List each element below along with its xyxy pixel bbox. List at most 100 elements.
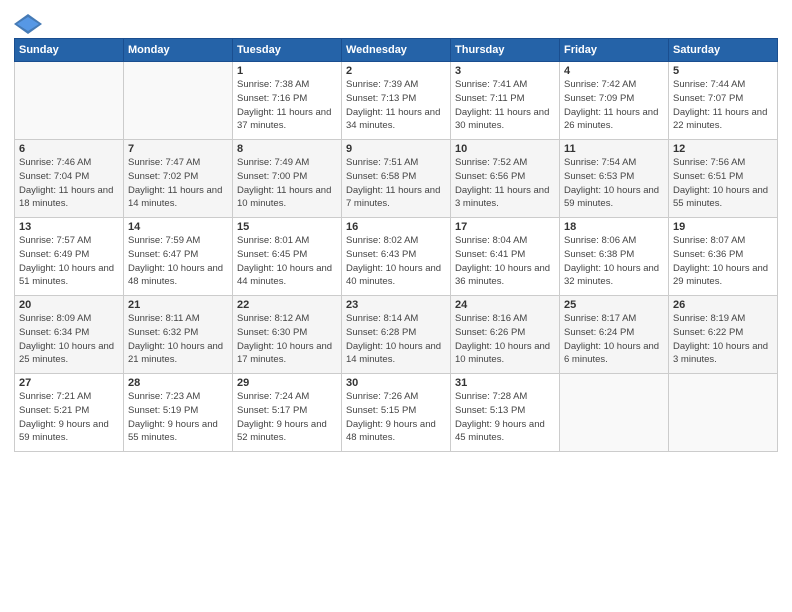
day-number: 11 xyxy=(564,143,664,155)
day-info: Sunrise: 8:09 AM Sunset: 6:34 PM Dayligh… xyxy=(19,312,119,367)
day-number: 21 xyxy=(128,299,228,311)
day-number: 25 xyxy=(564,299,664,311)
day-number: 4 xyxy=(564,65,664,77)
day-info: Sunrise: 8:04 AM Sunset: 6:41 PM Dayligh… xyxy=(455,234,555,289)
calendar-table: SundayMondayTuesdayWednesdayThursdayFrid… xyxy=(14,38,778,452)
calendar-cell: 12Sunrise: 7:56 AM Sunset: 6:51 PM Dayli… xyxy=(669,140,778,218)
calendar-cell: 23Sunrise: 8:14 AM Sunset: 6:28 PM Dayli… xyxy=(342,296,451,374)
day-number: 30 xyxy=(346,377,446,389)
day-info: Sunrise: 7:57 AM Sunset: 6:49 PM Dayligh… xyxy=(19,234,119,289)
calendar-cell: 22Sunrise: 8:12 AM Sunset: 6:30 PM Dayli… xyxy=(233,296,342,374)
calendar-cell: 27Sunrise: 7:21 AM Sunset: 5:21 PM Dayli… xyxy=(15,374,124,452)
calendar-cell: 15Sunrise: 8:01 AM Sunset: 6:45 PM Dayli… xyxy=(233,218,342,296)
calendar-cell: 10Sunrise: 7:52 AM Sunset: 6:56 PM Dayli… xyxy=(451,140,560,218)
day-number: 12 xyxy=(673,143,773,155)
calendar-week-3: 20Sunrise: 8:09 AM Sunset: 6:34 PM Dayli… xyxy=(15,296,778,374)
page-container: SundayMondayTuesdayWednesdayThursdayFrid… xyxy=(0,0,792,458)
day-number: 23 xyxy=(346,299,446,311)
calendar-cell: 13Sunrise: 7:57 AM Sunset: 6:49 PM Dayli… xyxy=(15,218,124,296)
header xyxy=(14,10,778,34)
calendar-cell: 8Sunrise: 7:49 AM Sunset: 7:00 PM Daylig… xyxy=(233,140,342,218)
day-info: Sunrise: 7:26 AM Sunset: 5:15 PM Dayligh… xyxy=(346,390,446,445)
calendar-body: 1Sunrise: 7:38 AM Sunset: 7:16 PM Daylig… xyxy=(15,62,778,452)
weekday-header-monday: Monday xyxy=(124,39,233,62)
day-number: 18 xyxy=(564,221,664,233)
weekday-header-tuesday: Tuesday xyxy=(233,39,342,62)
logo xyxy=(14,14,44,34)
weekday-header-friday: Friday xyxy=(560,39,669,62)
day-info: Sunrise: 8:01 AM Sunset: 6:45 PM Dayligh… xyxy=(237,234,337,289)
calendar-cell xyxy=(669,374,778,452)
calendar-cell: 16Sunrise: 8:02 AM Sunset: 6:43 PM Dayli… xyxy=(342,218,451,296)
day-number: 2 xyxy=(346,65,446,77)
calendar-cell: 25Sunrise: 8:17 AM Sunset: 6:24 PM Dayli… xyxy=(560,296,669,374)
calendar-cell: 14Sunrise: 7:59 AM Sunset: 6:47 PM Dayli… xyxy=(124,218,233,296)
day-info: Sunrise: 7:38 AM Sunset: 7:16 PM Dayligh… xyxy=(237,78,337,133)
day-info: Sunrise: 7:21 AM Sunset: 5:21 PM Dayligh… xyxy=(19,390,119,445)
calendar-cell: 7Sunrise: 7:47 AM Sunset: 7:02 PM Daylig… xyxy=(124,140,233,218)
day-number: 16 xyxy=(346,221,446,233)
day-info: Sunrise: 7:56 AM Sunset: 6:51 PM Dayligh… xyxy=(673,156,773,211)
day-number: 3 xyxy=(455,65,555,77)
weekday-header-wednesday: Wednesday xyxy=(342,39,451,62)
calendar-cell: 24Sunrise: 8:16 AM Sunset: 6:26 PM Dayli… xyxy=(451,296,560,374)
day-info: Sunrise: 8:07 AM Sunset: 6:36 PM Dayligh… xyxy=(673,234,773,289)
day-info: Sunrise: 7:47 AM Sunset: 7:02 PM Dayligh… xyxy=(128,156,228,211)
day-number: 28 xyxy=(128,377,228,389)
day-info: Sunrise: 7:41 AM Sunset: 7:11 PM Dayligh… xyxy=(455,78,555,133)
day-info: Sunrise: 7:39 AM Sunset: 7:13 PM Dayligh… xyxy=(346,78,446,133)
calendar-week-4: 27Sunrise: 7:21 AM Sunset: 5:21 PM Dayli… xyxy=(15,374,778,452)
calendar-cell: 17Sunrise: 8:04 AM Sunset: 6:41 PM Dayli… xyxy=(451,218,560,296)
calendar-cell: 5Sunrise: 7:44 AM Sunset: 7:07 PM Daylig… xyxy=(669,62,778,140)
weekday-header-thursday: Thursday xyxy=(451,39,560,62)
day-number: 24 xyxy=(455,299,555,311)
day-number: 9 xyxy=(346,143,446,155)
day-info: Sunrise: 8:06 AM Sunset: 6:38 PM Dayligh… xyxy=(564,234,664,289)
calendar-header: SundayMondayTuesdayWednesdayThursdayFrid… xyxy=(15,39,778,62)
day-info: Sunrise: 7:23 AM Sunset: 5:19 PM Dayligh… xyxy=(128,390,228,445)
day-number: 26 xyxy=(673,299,773,311)
calendar-cell: 29Sunrise: 7:24 AM Sunset: 5:17 PM Dayli… xyxy=(233,374,342,452)
calendar-cell xyxy=(124,62,233,140)
day-number: 13 xyxy=(19,221,119,233)
logo-icon xyxy=(14,14,42,34)
calendar-cell: 18Sunrise: 8:06 AM Sunset: 6:38 PM Dayli… xyxy=(560,218,669,296)
weekday-header-saturday: Saturday xyxy=(669,39,778,62)
day-number: 5 xyxy=(673,65,773,77)
day-number: 20 xyxy=(19,299,119,311)
day-number: 27 xyxy=(19,377,119,389)
calendar-cell: 21Sunrise: 8:11 AM Sunset: 6:32 PM Dayli… xyxy=(124,296,233,374)
day-info: Sunrise: 7:46 AM Sunset: 7:04 PM Dayligh… xyxy=(19,156,119,211)
calendar-cell: 26Sunrise: 8:19 AM Sunset: 6:22 PM Dayli… xyxy=(669,296,778,374)
day-info: Sunrise: 8:02 AM Sunset: 6:43 PM Dayligh… xyxy=(346,234,446,289)
day-info: Sunrise: 8:19 AM Sunset: 6:22 PM Dayligh… xyxy=(673,312,773,367)
day-number: 1 xyxy=(237,65,337,77)
day-number: 6 xyxy=(19,143,119,155)
day-info: Sunrise: 7:52 AM Sunset: 6:56 PM Dayligh… xyxy=(455,156,555,211)
calendar-cell: 11Sunrise: 7:54 AM Sunset: 6:53 PM Dayli… xyxy=(560,140,669,218)
calendar-cell xyxy=(560,374,669,452)
day-info: Sunrise: 8:14 AM Sunset: 6:28 PM Dayligh… xyxy=(346,312,446,367)
calendar-cell: 19Sunrise: 8:07 AM Sunset: 6:36 PM Dayli… xyxy=(669,218,778,296)
day-number: 19 xyxy=(673,221,773,233)
calendar-cell: 1Sunrise: 7:38 AM Sunset: 7:16 PM Daylig… xyxy=(233,62,342,140)
day-info: Sunrise: 7:51 AM Sunset: 6:58 PM Dayligh… xyxy=(346,156,446,211)
day-info: Sunrise: 8:16 AM Sunset: 6:26 PM Dayligh… xyxy=(455,312,555,367)
calendar-cell: 3Sunrise: 7:41 AM Sunset: 7:11 PM Daylig… xyxy=(451,62,560,140)
calendar-week-1: 6Sunrise: 7:46 AM Sunset: 7:04 PM Daylig… xyxy=(15,140,778,218)
day-info: Sunrise: 7:28 AM Sunset: 5:13 PM Dayligh… xyxy=(455,390,555,445)
calendar-cell: 9Sunrise: 7:51 AM Sunset: 6:58 PM Daylig… xyxy=(342,140,451,218)
day-number: 31 xyxy=(455,377,555,389)
day-info: Sunrise: 7:54 AM Sunset: 6:53 PM Dayligh… xyxy=(564,156,664,211)
day-info: Sunrise: 7:49 AM Sunset: 7:00 PM Dayligh… xyxy=(237,156,337,211)
day-info: Sunrise: 7:59 AM Sunset: 6:47 PM Dayligh… xyxy=(128,234,228,289)
calendar-cell: 20Sunrise: 8:09 AM Sunset: 6:34 PM Dayli… xyxy=(15,296,124,374)
day-number: 7 xyxy=(128,143,228,155)
day-number: 22 xyxy=(237,299,337,311)
day-info: Sunrise: 7:24 AM Sunset: 5:17 PM Dayligh… xyxy=(237,390,337,445)
calendar-week-0: 1Sunrise: 7:38 AM Sunset: 7:16 PM Daylig… xyxy=(15,62,778,140)
day-number: 8 xyxy=(237,143,337,155)
calendar-cell: 2Sunrise: 7:39 AM Sunset: 7:13 PM Daylig… xyxy=(342,62,451,140)
weekday-header-row: SundayMondayTuesdayWednesdayThursdayFrid… xyxy=(15,39,778,62)
calendar-cell: 28Sunrise: 7:23 AM Sunset: 5:19 PM Dayli… xyxy=(124,374,233,452)
